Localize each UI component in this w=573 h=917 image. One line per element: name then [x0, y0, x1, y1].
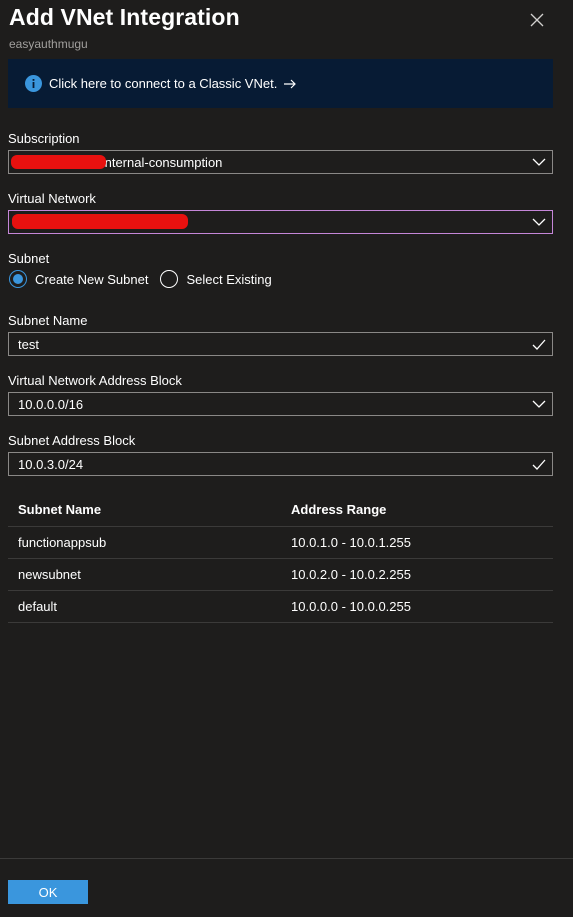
create-new-subnet-label[interactable]: Create New Subnet	[35, 272, 148, 287]
table-row: newsubnet 10.0.2.0 - 10.0.2.255	[8, 558, 553, 591]
column-header-address-range: Address Range	[281, 494, 553, 527]
arrow-right-icon	[283, 79, 297, 89]
table-header-row: Subnet Name Address Range	[8, 494, 553, 527]
ok-button[interactable]: OK	[8, 880, 88, 904]
create-new-subnet-radio[interactable]	[9, 270, 27, 288]
address-range-cell: 10.0.2.0 - 10.0.2.255	[281, 558, 553, 591]
info-icon	[25, 75, 42, 92]
existing-subnets-table: Subnet Name Address Range functionappsub…	[8, 494, 553, 623]
address-range-cell: 10.0.0.0 - 10.0.0.255	[281, 590, 553, 623]
select-existing-label[interactable]: Select Existing	[186, 272, 271, 287]
address-range-cell: 10.0.1.0 - 10.0.1.255	[281, 526, 553, 559]
vnet-address-block-dropdown[interactable]: 10.0.0.0/16	[8, 392, 553, 416]
subnet-name-cell: functionappsub	[8, 526, 281, 559]
table-row: functionappsub 10.0.1.0 - 10.0.1.255	[8, 526, 553, 559]
chevron-down-icon	[532, 216, 546, 228]
subscription-value: Internal-consumption	[101, 154, 223, 170]
subscription-label: Subscription	[8, 131, 80, 146]
subnet-address-block-value: 10.0.3.0/24	[18, 456, 84, 472]
redaction-mark	[12, 214, 188, 229]
checkmark-icon	[532, 338, 546, 350]
table-row: default 10.0.0.0 - 10.0.0.255	[8, 590, 553, 623]
subnet-name-label: Subnet Name	[8, 313, 88, 328]
chevron-down-icon	[532, 398, 546, 410]
close-button[interactable]	[524, 7, 550, 33]
subnet-address-block-input[interactable]: 10.0.3.0/24	[8, 452, 553, 476]
add-vnet-integration-panel: Add VNet Integration easyauthmugu Click …	[0, 0, 573, 917]
subnet-name-cell: default	[8, 590, 281, 623]
vnet-address-block-value: 10.0.0.0/16	[18, 396, 84, 412]
column-header-subnet-name: Subnet Name	[8, 494, 281, 527]
virtual-network-label: Virtual Network	[8, 191, 96, 206]
footer-divider	[0, 858, 573, 859]
subscription-dropdown[interactable]: Internal-consumption	[8, 150, 553, 174]
close-icon	[530, 13, 544, 27]
subnet-address-block-label: Subnet Address Block	[8, 433, 136, 448]
subnet-name-cell: newsubnet	[8, 558, 281, 591]
subnet-label: Subnet	[8, 251, 50, 266]
checkmark-icon	[532, 458, 546, 470]
classic-vnet-link-text[interactable]: Click here to connect to a Classic VNet.	[49, 76, 277, 91]
classic-vnet-banner[interactable]: Click here to connect to a Classic VNet.	[8, 59, 553, 108]
vnet-address-block-label: Virtual Network Address Block	[8, 373, 182, 388]
select-existing-radio[interactable]	[160, 270, 179, 288]
redaction-mark	[11, 155, 106, 169]
page-title: Add VNet Integration	[9, 4, 240, 30]
chevron-down-icon	[532, 156, 546, 168]
subnet-name-input[interactable]: test	[8, 332, 553, 356]
page-subtitle: easyauthmugu	[9, 37, 88, 51]
virtual-network-dropdown[interactable]	[8, 210, 553, 234]
subnet-name-value: test	[18, 336, 39, 352]
subnet-radio-group: Create New Subnet Select Existing	[9, 270, 272, 288]
